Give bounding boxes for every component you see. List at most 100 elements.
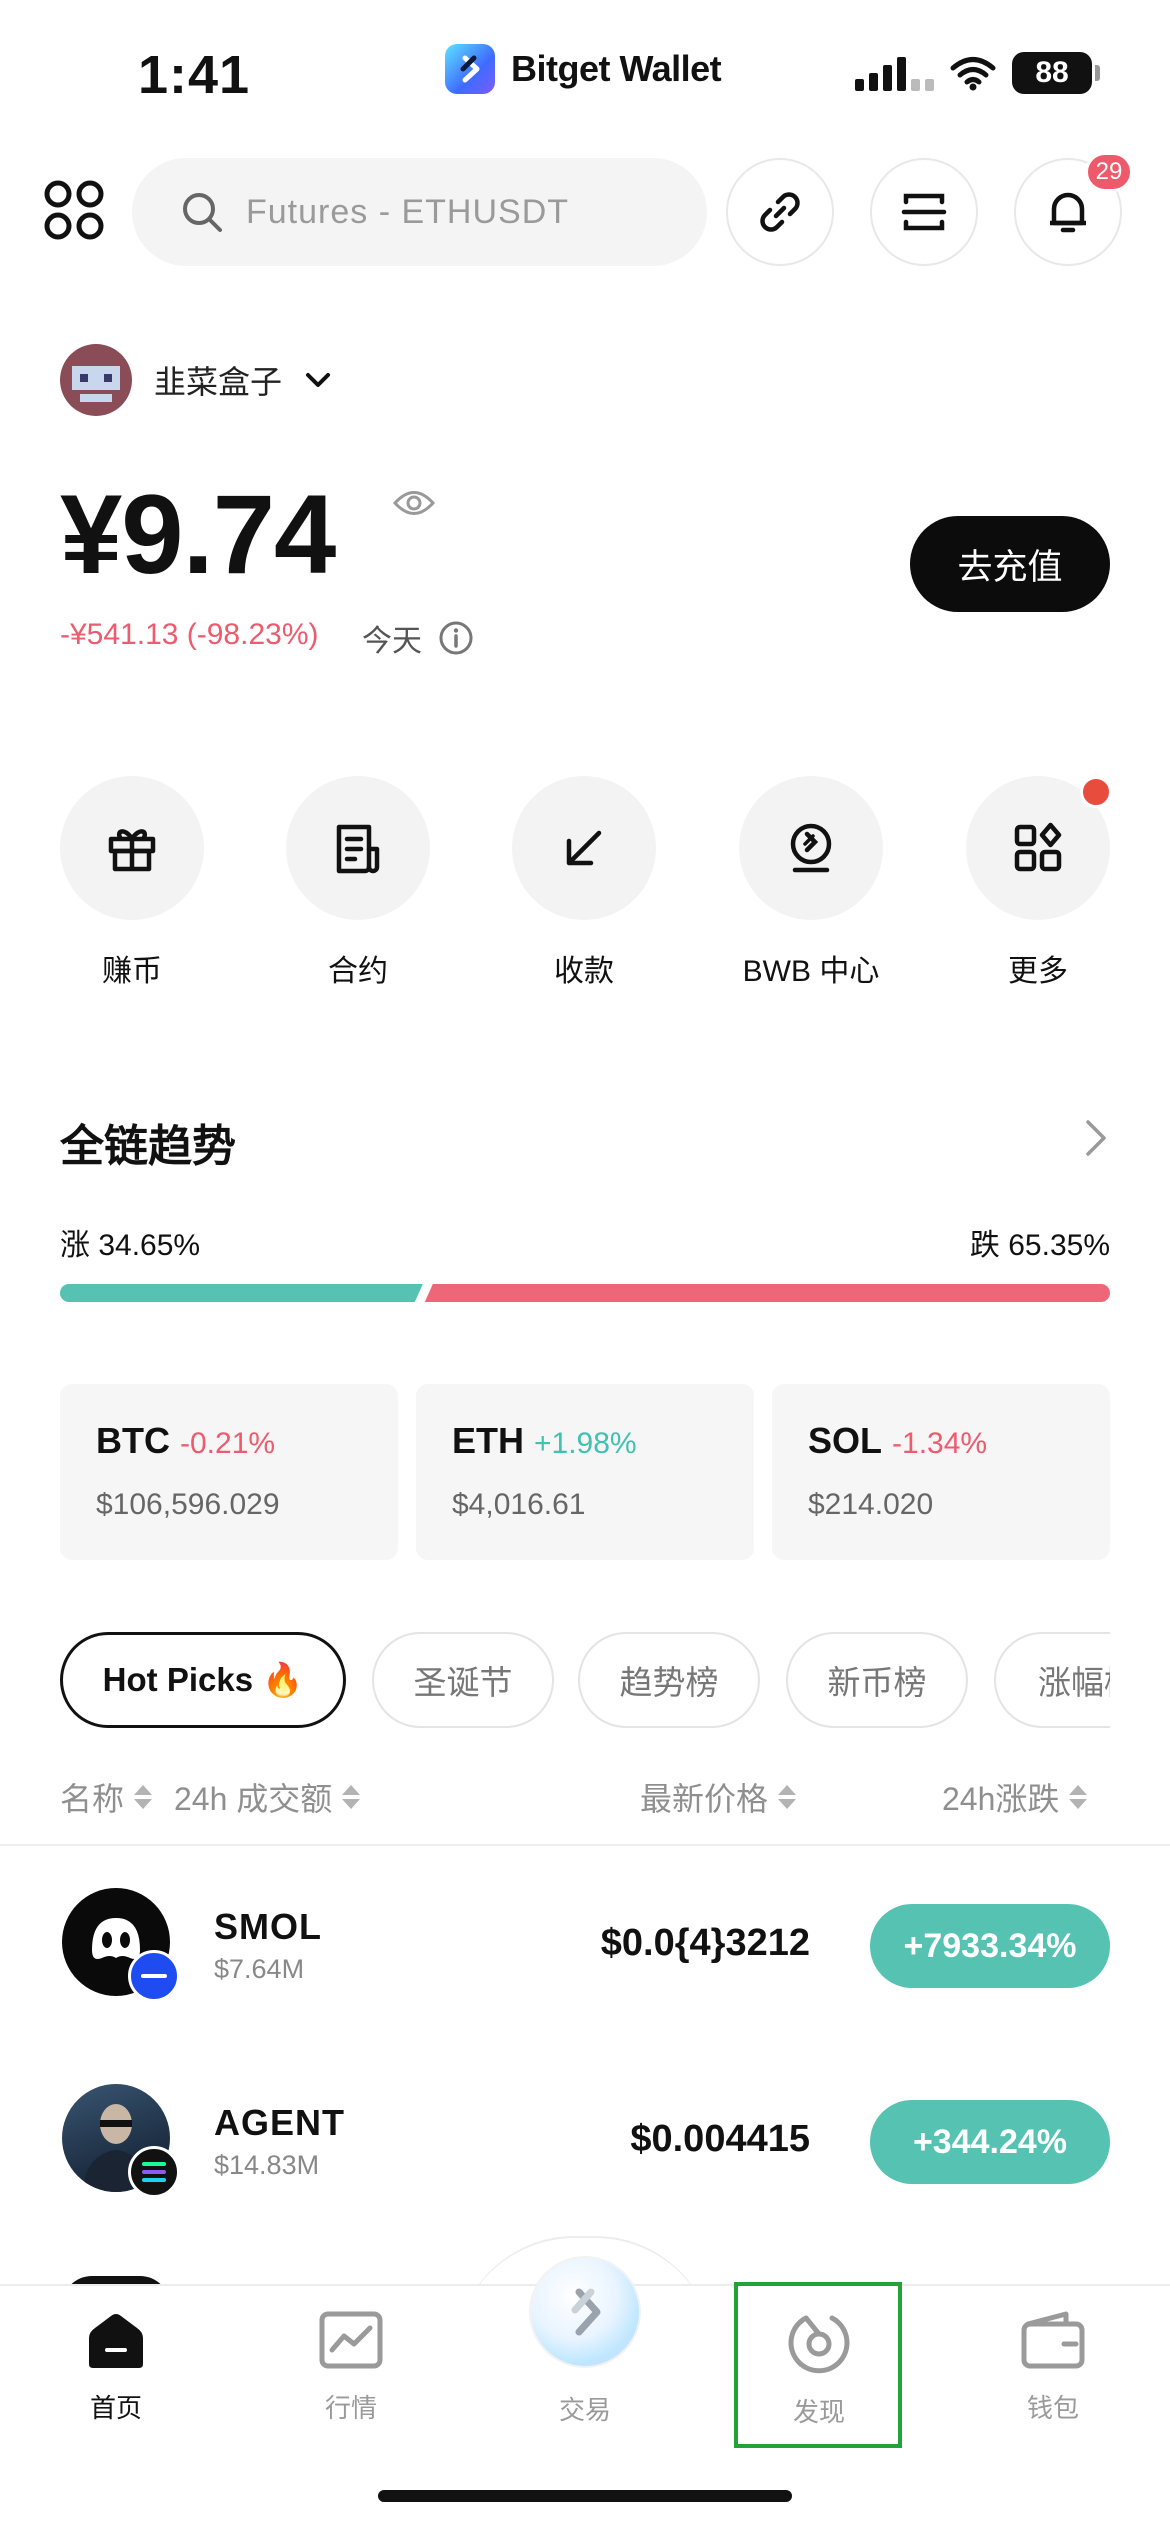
quick-action-more[interactable]: 更多 xyxy=(966,776,1112,990)
tab-trade-label: 交易 xyxy=(558,2395,611,2425)
quick-action-receive[interactable]: 收款 xyxy=(512,776,656,990)
tab-wallet-label: 钱包 xyxy=(1026,2393,1079,2423)
tab-wallet[interactable]: 钱包 xyxy=(953,2310,1153,2425)
quick-action-label: BWB 中心 xyxy=(742,955,880,988)
home-indicator xyxy=(378,2490,792,2502)
tab-home-label: 首页 xyxy=(89,2393,142,2423)
period-label: 今天 xyxy=(362,616,474,660)
tab-home[interactable]: 首页 xyxy=(16,2310,216,2425)
chart-icon xyxy=(319,2311,383,2369)
column-volume-label: 24h 成交额 xyxy=(174,1781,333,1817)
column-price-label: 最新价格 xyxy=(640,1781,769,1817)
solana-badge-icon xyxy=(128,2146,180,2198)
quick-action-circle xyxy=(286,776,430,920)
coin-card-btc[interactable]: BTC -0.21% $106,596.029 xyxy=(60,1384,398,1560)
coin-change: -0.21% xyxy=(180,1427,276,1460)
deposit-button[interactable]: 去充值 xyxy=(910,516,1110,612)
app-brand: Bitget Wallet xyxy=(445,44,722,94)
coin-price: $214.020 xyxy=(808,1488,934,1521)
period-text: 今天 xyxy=(362,625,422,658)
token-price: $0.004415 xyxy=(630,2118,810,2160)
status-bar: 1:41 Bitget Wallet 88 xyxy=(0,0,1170,150)
column-price[interactable]: 最新价格 xyxy=(640,1774,797,1820)
coin-symbol: BTC xyxy=(96,1420,170,1461)
tab-hot-picks[interactable]: Hot Picks 🔥 xyxy=(60,1632,346,1728)
coin-price: $4,016.61 xyxy=(452,1488,586,1521)
tab-trending[interactable]: 趋势榜 xyxy=(578,1632,760,1728)
table-header: 名称 24h 成交额 最新价格 24h涨跌 xyxy=(0,1774,1170,1824)
sort-icon xyxy=(342,1785,361,1809)
rise-percentage: 涨 34.65% xyxy=(60,1229,201,1262)
column-name[interactable]: 名称 xyxy=(60,1774,153,1820)
home-icon xyxy=(89,2314,143,2368)
quick-action-circle xyxy=(512,776,656,920)
quick-action-label: 更多 xyxy=(1008,955,1068,988)
system-indicators: 88 xyxy=(855,52,1100,94)
fall-bar-segment xyxy=(424,1284,1110,1302)
contract-icon xyxy=(336,824,380,874)
trend-section-title: 全链趋势 xyxy=(60,1122,236,1171)
scan-button[interactable] xyxy=(870,158,978,266)
cellular-signal-icon xyxy=(855,55,934,91)
coin-card-sol[interactable]: SOL -1.34% $214.020 xyxy=(772,1384,1110,1560)
account-selector[interactable]: 韭菜盒子 xyxy=(60,344,332,416)
search-placeholder: Futures - ETHUSDT xyxy=(246,192,570,231)
more-apps-icon xyxy=(1014,822,1062,872)
tab-christmas[interactable]: 圣诞节 xyxy=(372,1632,554,1728)
notification-badge: 29 xyxy=(1085,152,1133,192)
category-tabs: Hot Picks 🔥 圣诞节 趋势榜 新币榜 涨幅榜 xyxy=(60,1632,1110,1732)
rise-fall-ratio-bar xyxy=(60,1284,1110,1302)
tab-market[interactable]: 行情 xyxy=(251,2310,451,2425)
quick-action-label: 赚币 xyxy=(102,955,162,988)
coin-price: $106,596.029 xyxy=(96,1488,280,1521)
coin-symbol: SOL xyxy=(808,1420,883,1461)
total-balance: ¥9.74 xyxy=(60,472,336,597)
chain-badge-icon xyxy=(128,1950,180,2002)
top-toolbar: Futures - ETHUSDT 29 xyxy=(0,152,1170,268)
token-price: $0.0{4}3212 xyxy=(600,1922,810,1964)
search-bar[interactable]: Futures - ETHUSDT xyxy=(132,158,707,266)
column-name-label: 名称 xyxy=(60,1781,125,1817)
bitget-swap-icon xyxy=(571,2288,601,2336)
coin-change: -1.34% xyxy=(892,1427,988,1460)
quick-action-contract[interactable]: 合约 xyxy=(286,776,430,990)
discover-highlight-box xyxy=(734,2282,902,2448)
token-symbol: AGENT xyxy=(214,2102,345,2143)
sort-icon xyxy=(778,1785,797,1809)
trade-button[interactable] xyxy=(531,2258,639,2366)
token-volume: $14.83M xyxy=(214,2150,320,2180)
account-name: 韭菜盒子 xyxy=(154,364,283,400)
app-name: Bitget Wallet xyxy=(511,48,722,89)
coin-card-eth[interactable]: ETH +1.98% $4,016.61 xyxy=(416,1384,754,1560)
tab-market-label: 行情 xyxy=(324,2393,377,2423)
eye-icon[interactable] xyxy=(392,488,436,523)
coin-change: +1.98% xyxy=(534,1427,637,1460)
apps-grid-icon[interactable] xyxy=(42,178,106,242)
wifi-icon xyxy=(950,57,996,91)
quick-action-label: 收款 xyxy=(554,955,614,988)
token-symbol: SMOL xyxy=(214,1906,322,1947)
wallet-icon xyxy=(1021,2311,1085,2369)
table-row[interactable]: SMOL $7.64M $0.0{4}3212 +7933.34% xyxy=(0,1886,1170,2006)
link-button[interactable] xyxy=(726,158,834,266)
balance-change: -¥541.13 (-98.23%) xyxy=(60,618,319,651)
avatar xyxy=(60,344,132,416)
status-time: 1:41 xyxy=(138,45,251,105)
link-icon xyxy=(760,192,800,232)
quick-action-circle xyxy=(60,776,204,920)
chevron-right-icon[interactable] xyxy=(1082,1118,1110,1158)
sort-icon xyxy=(134,1785,153,1809)
quick-action-label: 合约 xyxy=(328,955,388,988)
quick-action-bwb[interactable]: BWB 中心 xyxy=(739,776,883,990)
sort-icon xyxy=(1069,1785,1088,1809)
column-change-label: 24h涨跌 xyxy=(942,1781,1060,1817)
coin-symbol: ETH xyxy=(452,1420,524,1461)
table-row[interactable]: AGENT $14.83M $0.004415 +344.24% xyxy=(0,2082,1170,2202)
quick-action-earn[interactable]: 赚币 xyxy=(60,776,204,990)
column-change[interactable]: 24h涨跌 xyxy=(942,1774,1088,1820)
info-icon[interactable] xyxy=(438,620,474,656)
column-volume[interactable]: 24h 成交额 xyxy=(174,1774,361,1820)
tab-gainers[interactable]: 涨幅榜 xyxy=(994,1632,1110,1728)
tab-new-coins[interactable]: 新币榜 xyxy=(786,1632,968,1728)
header-divider xyxy=(0,1844,1170,1846)
